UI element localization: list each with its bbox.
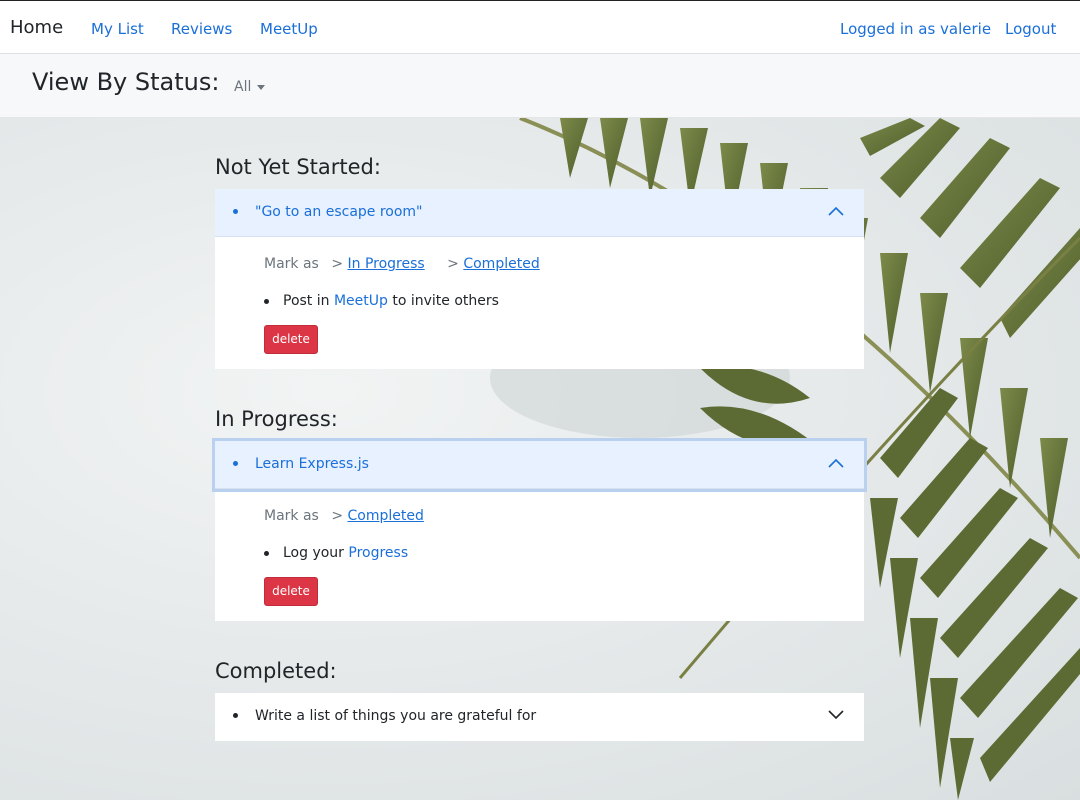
mark-completed-link[interactable]: Completed [463,256,539,272]
chevron-down-icon [828,710,844,720]
section-title-completed: Completed: [215,659,337,683]
item-title: Write a list of things you are grateful … [255,708,537,724]
delete-button[interactable]: delete [264,577,318,606]
bullet-dot [264,550,269,556]
item-title: Learn Express.js [255,456,369,472]
accordion-card-not-started: "Go to an escape room" Mark as > In Prog… [215,189,864,369]
status-filter-value: All [234,79,252,95]
top-navbar: Home My List Reviews MeetUp Logged in as… [0,0,1080,54]
nav-link-my-list[interactable]: My List [91,20,144,38]
status-filter-dropdown[interactable]: All [234,79,266,95]
arrow-label: > [331,508,344,524]
hint-prefix: Log your [283,545,344,561]
caret-down-icon [257,84,266,90]
mark-as-row: Mark as > Completed [264,508,424,524]
nav-home-brand[interactable]: Home [10,17,63,38]
progress-link[interactable]: Progress [348,545,408,561]
arrow-label: > [331,256,344,272]
accordion-header[interactable]: Learn Express.js [215,441,864,489]
status-filter-title: View By Status: [32,68,220,96]
arrow-label: > [447,256,459,272]
mark-as-label: Mark as [264,508,319,524]
accordion-header[interactable]: "Go to an escape room" [215,189,864,237]
delete-button[interactable]: delete [264,325,318,354]
meetup-link[interactable]: MeetUp [334,293,388,309]
status-filter-bar: View By Status: All [0,54,1080,118]
mark-completed-link[interactable]: Completed [348,508,424,524]
section-title-in-progress: In Progress: [215,407,338,431]
hint-list-item: Post in MeetUp to invite others [264,293,499,309]
hint-list-item: Log your Progress [264,545,408,561]
mark-as-row: Mark as > In Progress > Completed [264,256,540,272]
bullet-dot [233,713,238,718]
chevron-up-icon [828,458,844,468]
accordion-card-completed: Write a list of things you are grateful … [215,693,864,741]
mark-in-progress-link[interactable]: In Progress [348,256,425,272]
section-title-not-started: Not Yet Started: [215,155,381,179]
chevron-up-icon [828,206,844,216]
nav-logout-link[interactable]: Logout [1005,20,1056,38]
nav-user-status[interactable]: Logged in as valerie [840,20,991,38]
accordion-header[interactable]: Write a list of things you are grateful … [215,693,864,741]
nav-link-meetup[interactable]: MeetUp [260,20,318,38]
hint-suffix: to invite others [392,293,499,309]
hint-prefix: Post in [283,293,330,309]
bullet-dot [233,209,238,214]
bullet-dot [264,298,269,304]
bullet-dot [233,461,238,466]
accordion-card-in-progress: Learn Express.js Mark as > Completed Log… [215,441,864,621]
nav-link-reviews[interactable]: Reviews [171,20,232,38]
mark-as-label: Mark as [264,256,319,272]
item-title: "Go to an escape room" [255,204,423,220]
